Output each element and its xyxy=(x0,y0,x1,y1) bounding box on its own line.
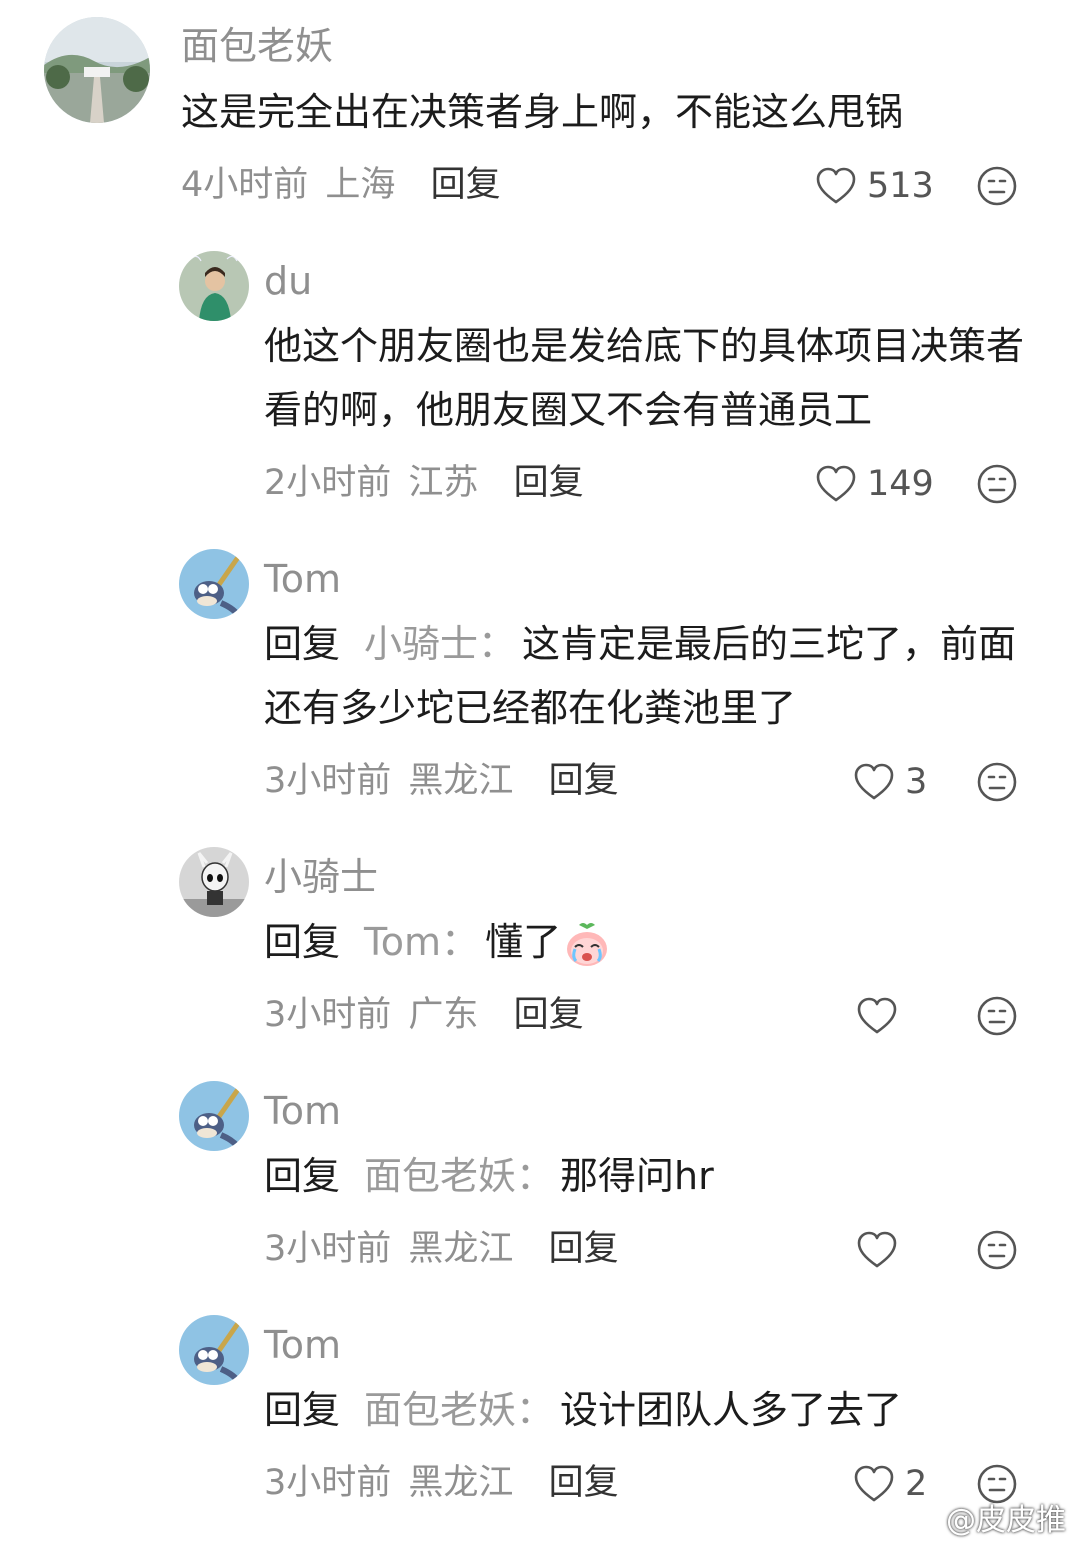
heart-outline-icon xyxy=(854,1465,894,1502)
avatar[interactable] xyxy=(179,1315,249,1385)
comment-meta: 3小时前 广东 回复 xyxy=(264,998,584,1033)
comment-meta: 2小时前 江苏 回复 xyxy=(264,466,584,501)
reply-button[interactable]: 回复 xyxy=(514,995,584,1035)
heart-outline-icon xyxy=(857,997,897,1034)
avatar[interactable] xyxy=(179,251,249,321)
reply-button[interactable]: 回复 xyxy=(549,1463,619,1503)
crying-peach-emoji xyxy=(567,922,608,966)
comment-location: 上海 xyxy=(325,165,396,205)
comment-time: 3小时前 xyxy=(264,995,392,1035)
reply-button[interactable]: 回复 xyxy=(549,761,619,801)
like-count: 513 xyxy=(867,165,934,206)
username[interactable]: Tom xyxy=(264,560,341,598)
comment-time: 3小时前 xyxy=(264,1463,392,1503)
weibo-logo-icon xyxy=(908,1505,941,1531)
reply-prefix: 回复 xyxy=(264,920,341,964)
reply-target-username[interactable]: 面包老妖 xyxy=(364,1388,516,1432)
comment-location: 黑龙江 xyxy=(408,1463,514,1503)
like-button[interactable]: 149 xyxy=(815,462,934,506)
comment-location: 黑龙江 xyxy=(408,1229,514,1269)
comment-text: 回复 面包老妖： 那得问hr xyxy=(264,1144,1034,1208)
heart-outline-icon xyxy=(854,763,894,800)
comment-meta: 4小时前 上海 回复 xyxy=(181,168,501,203)
like-button[interactable] xyxy=(856,1228,908,1272)
comment-time: 3小时前 xyxy=(264,1229,392,1269)
comment-time: 2小时前 xyxy=(264,463,392,503)
reply-button[interactable]: 回复 xyxy=(549,1229,619,1269)
reply-prefix: 回复 xyxy=(264,1388,341,1432)
reply-text: 懂了 xyxy=(485,920,562,964)
like-count: 149 xyxy=(867,463,934,504)
comment-meta: 3小时前 黑龙江 回复 xyxy=(264,1466,619,1501)
avatar[interactable] xyxy=(44,17,150,123)
username[interactable]: 小骑士 xyxy=(264,858,378,896)
heart-outline-icon xyxy=(857,1231,897,1268)
watermark: @皮皮推 xyxy=(908,1495,1066,1539)
like-button[interactable] xyxy=(856,994,908,1038)
comment-text: 他这个朋友圈也是发给底下的具体项目决策者看的啊，他朋友圈又不会有普通员工 xyxy=(264,324,1025,432)
comment-text: 回复 面包老妖： 设计团队人多了去了 xyxy=(264,1378,1034,1442)
watermark-text: @皮皮推 xyxy=(946,1503,1066,1538)
like-button[interactable]: 3 xyxy=(853,760,927,804)
comment-time: 3小时前 xyxy=(264,761,392,801)
avatar[interactable] xyxy=(179,1081,249,1151)
comment-time: 4小时前 xyxy=(181,165,309,205)
reply-target-username[interactable]: Tom xyxy=(364,920,441,964)
avatar[interactable] xyxy=(179,549,249,619)
comment-text: 回复 Tom： 懂了 xyxy=(264,910,1034,974)
reply-colon: ： xyxy=(441,920,480,964)
reply-prefix: 回复 xyxy=(264,622,341,666)
reply-prefix: 回复 xyxy=(264,1154,341,1198)
meh-face-icon[interactable] xyxy=(976,463,1018,505)
comment-location: 黑龙江 xyxy=(408,761,514,801)
username[interactable]: Tom xyxy=(264,1326,341,1364)
username[interactable]: du xyxy=(264,262,312,300)
like-button[interactable]: 513 xyxy=(815,164,934,208)
meh-face-icon[interactable] xyxy=(976,761,1018,803)
reply-button[interactable]: 回复 xyxy=(514,463,584,503)
heart-outline-icon xyxy=(816,167,856,204)
username[interactable]: 面包老妖 xyxy=(181,27,333,65)
comment-location: 江苏 xyxy=(408,463,479,503)
reply-target-username[interactable]: 面包老妖 xyxy=(364,1154,516,1198)
meh-face-icon[interactable] xyxy=(976,1229,1018,1271)
comment-text: 这是完全出在决策者身上啊，不能这么甩锅 xyxy=(181,90,904,134)
reply-colon: ： xyxy=(478,622,517,666)
reply-text: 那得问hr xyxy=(560,1154,714,1198)
reply-text: 设计团队人多了去了 xyxy=(560,1388,903,1432)
heart-outline-icon xyxy=(816,465,856,502)
meh-face-icon[interactable] xyxy=(976,165,1018,207)
username[interactable]: Tom xyxy=(264,1092,341,1130)
like-count: 3 xyxy=(905,761,928,802)
reply-target-username[interactable]: 小骑士 xyxy=(364,622,478,666)
comment-meta: 3小时前 黑龙江 回复 xyxy=(264,1232,619,1267)
reply-button[interactable]: 回复 xyxy=(431,165,501,205)
reply-colon: ： xyxy=(516,1388,555,1432)
comment-meta: 3小时前 黑龙江 回复 xyxy=(264,764,619,799)
reply-colon: ： xyxy=(516,1154,555,1198)
meh-face-icon[interactable] xyxy=(976,995,1018,1037)
avatar[interactable] xyxy=(179,847,249,917)
comment-location: 广东 xyxy=(408,995,479,1035)
comment-text: 回复 小骑士： 这肯定是最后的三坨了，前面还有多少坨已经都在化粪池里了 xyxy=(264,612,1034,740)
